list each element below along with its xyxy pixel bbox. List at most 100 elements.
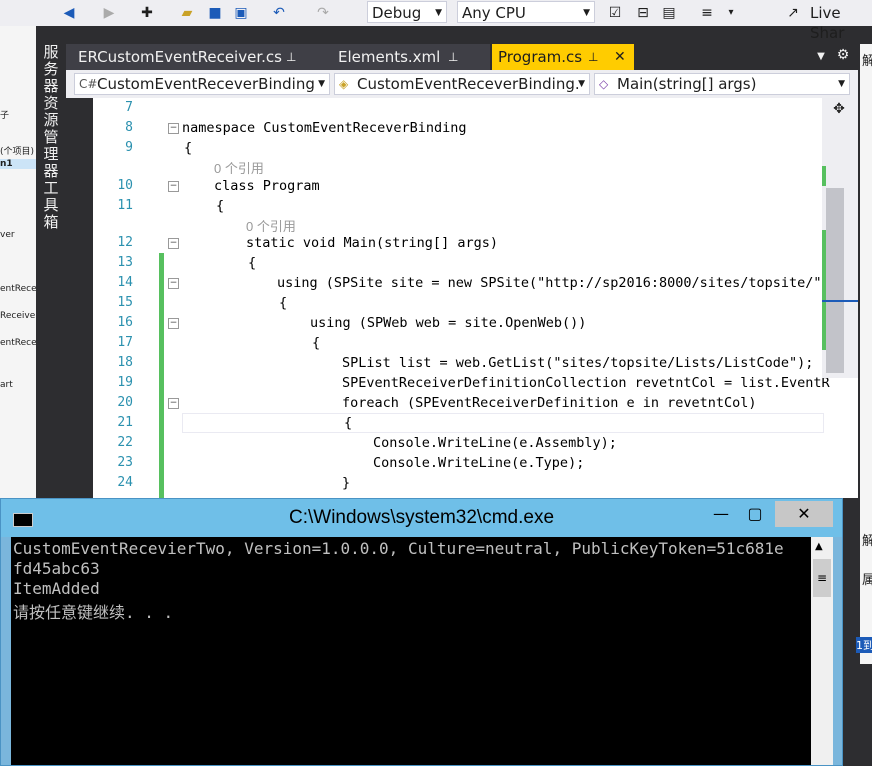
close-button[interactable]: ✕ [775,501,833,527]
close-icon[interactable]: ✕ [614,44,626,70]
collapse-icon[interactable]: − [168,238,179,249]
configuration-select[interactable]: Debug ▼ [367,1,447,23]
console-scrollbar[interactable]: ▲ ≡ [811,537,833,765]
code-line: } [342,475,351,491]
tab-elements-xml[interactable]: Elements.xml ⊥ [326,44,490,70]
left-pane-text[interactable]: n1 [0,159,36,169]
code-line: Console.WriteLine(e.Type); [373,455,585,471]
right-pane-text[interactable]: 1到源 [856,637,872,653]
editor-scrollbar[interactable]: ✥ [822,98,858,378]
codelens-references[interactable]: 0 个引用 [214,158,264,177]
collapse-icon[interactable]: − [168,123,179,134]
right-pane-text[interactable]: 解 [862,530,872,549]
bookmark-icon[interactable]: ≡ [698,4,716,22]
pin-icon[interactable]: ⊥ [588,44,598,70]
solution-explorer-fragment: 子 (个项目) n1 ver entRecev Receive entRecev… [0,26,36,506]
undo-icon[interactable]: ↶ [270,4,288,22]
line-number: 23 [117,455,133,470]
project-dropdown[interactable]: C# CustomEventReceverBinding ▼ [74,73,330,95]
line-number: 17 [117,335,133,350]
left-pane-text[interactable]: entRecev [0,338,36,348]
tab-label: ERCustomEventReceiver.cs [78,48,282,66]
line-number: 14 [117,275,133,290]
chevron-down-icon: ▼ [318,79,325,89]
toolbox-tab[interactable]: 工具箱 [43,180,59,231]
cmd-window[interactable]: C:\Windows\system32\cmd.exe — ▢ ✕ Custom… [0,498,843,766]
scroll-up-icon[interactable]: ▲ [815,541,823,552]
class-icon: ◈ [339,77,349,91]
code-line: SPEventReceiverDefinitionCollection reve… [342,375,830,391]
collapse-icon[interactable]: − [168,398,179,409]
vertical-tool-tabs: 服务器资源管理器 工具箱 [36,26,66,506]
left-pane-text[interactable]: ver [0,230,15,240]
line-number: 9 [125,140,133,155]
collapse-icon[interactable]: − [168,318,179,329]
line-number: 19 [117,375,133,390]
csharp-project-icon: C# [79,77,98,91]
pin-icon[interactable]: ⊥ [448,44,458,70]
collapse-icon[interactable]: − [168,181,179,192]
platform-value: Any CPU [462,4,526,22]
codelens-references[interactable]: 0 个引用 [246,216,296,235]
split-editor-icon[interactable]: ✥ [830,100,848,118]
right-pane-text[interactable]: 属 [862,569,872,588]
console-line: ItemAdded [13,579,100,598]
main-toolbar: ◀ ▶ ✚ ▰ ■ ▣ ↶ ↷ Debug ▼ Any CPU ▼ ☑ ⊟ ▤ ≡ … [0,0,872,42]
line-number: 21 [117,415,133,430]
code-line: { [279,295,288,311]
project-dropdown-value: CustomEventReceverBinding [97,75,315,93]
line-number: 12 [117,235,133,250]
open-folder-icon[interactable]: ▰ [178,4,196,22]
gear-icon[interactable]: ⚙ [834,46,852,64]
change-map-marker [822,166,826,186]
configuration-value: Debug [372,4,422,22]
collapse-icon[interactable]: − [168,278,179,289]
tab-ercustomeventreceiver[interactable]: ERCustomEventReceiver.cs ⊥ [66,44,330,70]
navigation-bar: C# CustomEventReceverBinding ▼ ◈ CustomE… [66,70,858,98]
code-line: { [248,255,257,271]
redo-icon[interactable]: ↷ [314,4,332,22]
code-line: { [312,335,321,351]
save-all-icon[interactable]: ▣ [232,4,250,22]
scrollbar-thumb[interactable]: ≡ [813,559,831,597]
class-dropdown[interactable]: ◈ CustomEventReceverBinding. ▼ [334,73,590,95]
live-share-button[interactable]: Live Shar [810,3,872,42]
chevron-down-icon: ▼ [583,8,590,18]
save-icon[interactable]: ■ [206,4,224,22]
step-icon[interactable]: ⊟ [634,4,652,22]
format-icon[interactable]: ▤ [660,4,678,22]
line-number: 11 [117,198,133,213]
change-marker [159,253,164,498]
left-pane-text[interactable]: Receive [0,311,35,321]
tab-list-chevron-icon[interactable]: ▼ [812,48,830,66]
code-line: SPList list = web.GetList("sites/topsite… [342,355,814,371]
navigate-back-icon[interactable]: ◀ [60,4,78,22]
new-project-icon[interactable]: ✚ [138,4,156,22]
right-pane-text[interactable]: 解 [862,50,872,69]
code-line: namespace CustomEventReceverBinding [182,120,467,136]
left-pane-text[interactable]: art [0,380,13,390]
line-number: 22 [117,435,133,450]
code-line: class Program [214,178,320,194]
pin-icon[interactable]: ⊥ [286,44,296,70]
left-pane-text: 子 [0,111,10,121]
line-number: 20 [117,395,133,410]
minimize-button[interactable]: — [705,501,737,527]
left-pane-text[interactable]: entRecev [0,284,36,294]
scrollbar-thumb[interactable] [826,188,844,373]
cmd-titlebar[interactable]: C:\Windows\system32\cmd.exe — ▢ ✕ [1,499,842,537]
platform-select[interactable]: Any CPU ▼ [457,1,595,23]
tab-program-cs[interactable]: Program.cs ⊥ ✕ [492,44,634,70]
toolbar-overflow-icon[interactable]: ▾ [722,4,740,22]
navigate-forward-icon[interactable]: ▶ [100,4,118,22]
console-output[interactable]: CustomEventRecevierTwo, Version=1.0.0.0,… [11,537,811,765]
console-line: CustomEventRecevierTwo, Version=1.0.0.0,… [13,539,784,558]
comment-icon[interactable]: ☑ [606,4,624,22]
maximize-button[interactable]: ▢ [739,501,771,527]
member-dropdown[interactable]: ◇ Main(string[] args) ▼ [594,73,850,95]
server-explorer-tab[interactable]: 服务器资源管理器 [43,44,59,180]
line-number: 24 [117,475,133,490]
code-editor[interactable]: 7 8 9 10 11 12 13 14 15 16 17 18 19 20 2… [93,98,858,498]
live-share-icon[interactable]: ↗ [784,4,802,22]
document-tabs: ERCustomEventReceiver.cs ⊥ Elements.xml … [66,44,858,70]
